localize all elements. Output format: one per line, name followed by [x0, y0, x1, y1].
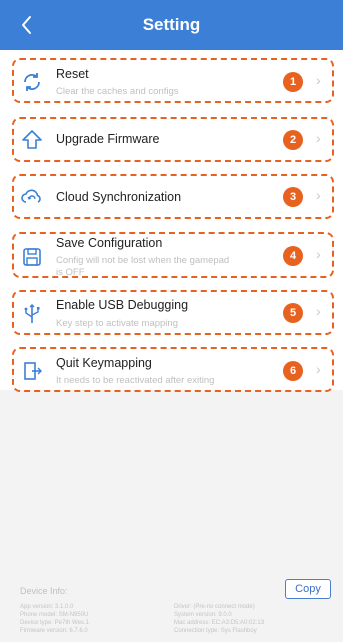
usb-debugging-label: Enable USB Debugging	[56, 298, 189, 312]
cloud-sync-label: Cloud Synchronization	[56, 190, 182, 204]
step-badge-1: 1	[283, 72, 303, 92]
quit-keymapping-label: Quit Keymapping	[56, 356, 152, 370]
device-info-left-3: Device type: Pe7th Wes.1	[20, 620, 89, 626]
usb-debugging-description: Key step to activate mapping	[56, 318, 178, 329]
chevron-right-icon: ›	[316, 246, 321, 262]
chevron-right-icon: ›	[316, 303, 321, 319]
device-info-right-1: Driver: (Pre-no connect mode)	[174, 604, 255, 610]
device-info-left-2: Phone model: SM-N950U	[20, 612, 89, 618]
cloud-sync-item[interactable]: Cloud Synchronization 3 ›	[12, 174, 334, 219]
step-badge-5: 5	[283, 303, 303, 323]
device-info-right-3: Mac address: EC:A3:D5:A0:02:13	[174, 620, 265, 626]
device-info-left-4: Firmware version: 6.7.6.0	[20, 628, 88, 634]
page-title: Setting	[142, 15, 201, 34]
chevron-right-icon: ›	[316, 187, 321, 203]
device-info-left-1: App version: 3.1.0.0	[20, 604, 74, 610]
device-info-title: Device Info:	[20, 586, 68, 596]
copy-button[interactable]: Copy	[285, 579, 331, 599]
upgrade-firmware-item[interactable]: Upgrade Firmware 2 ›	[12, 117, 334, 162]
usb-icon	[20, 302, 44, 326]
exit-door-icon	[20, 359, 44, 383]
save-configuration-label: Save Configuration	[56, 236, 163, 250]
step-badge-6: 6	[283, 361, 303, 381]
device-info-right-4: Connection type: Sys Flashboy	[174, 628, 257, 634]
usb-debugging-item[interactable]: Enable USB Debugging Key step to activat…	[12, 290, 334, 335]
reset-description: Clear the caches and configs	[56, 86, 179, 97]
chevron-right-icon: ›	[316, 361, 321, 377]
upload-arrow-icon	[20, 128, 44, 152]
save-configuration-item[interactable]: Save Configuration Config will not be lo…	[12, 232, 334, 278]
chevron-right-icon: ›	[316, 130, 321, 146]
step-badge-2: 2	[283, 130, 303, 150]
quit-keymapping-description: It needs to be reactivated after exiting	[56, 375, 215, 386]
cloud-sync-icon	[20, 185, 44, 209]
save-disk-icon	[20, 245, 44, 269]
device-info-right-2: System version: 9.0.0	[174, 612, 232, 618]
device-info-panel: Device Info: Copy App version: 3.1.0.0 P…	[0, 575, 343, 642]
chevron-right-icon: ›	[316, 72, 321, 88]
step-badge-4: 4	[283, 246, 303, 266]
save-configuration-description: Config will not be lost when the gamepad	[56, 255, 230, 266]
reset-item[interactable]: Reset Clear the caches and configs 1 ›	[12, 58, 334, 103]
quit-keymapping-item[interactable]: Quit Keymapping It needs to be reactivat…	[12, 347, 334, 392]
step-badge-3: 3	[283, 187, 303, 207]
upgrade-firmware-label: Upgrade Firmware	[56, 132, 160, 146]
settings-list: Reset Clear the caches and configs 1 › U…	[0, 50, 343, 392]
top-bar: Setting	[0, 0, 343, 50]
save-configuration-description-line2: is OFF	[56, 267, 85, 278]
refresh-icon	[20, 70, 44, 94]
reset-label: Reset	[56, 67, 89, 81]
